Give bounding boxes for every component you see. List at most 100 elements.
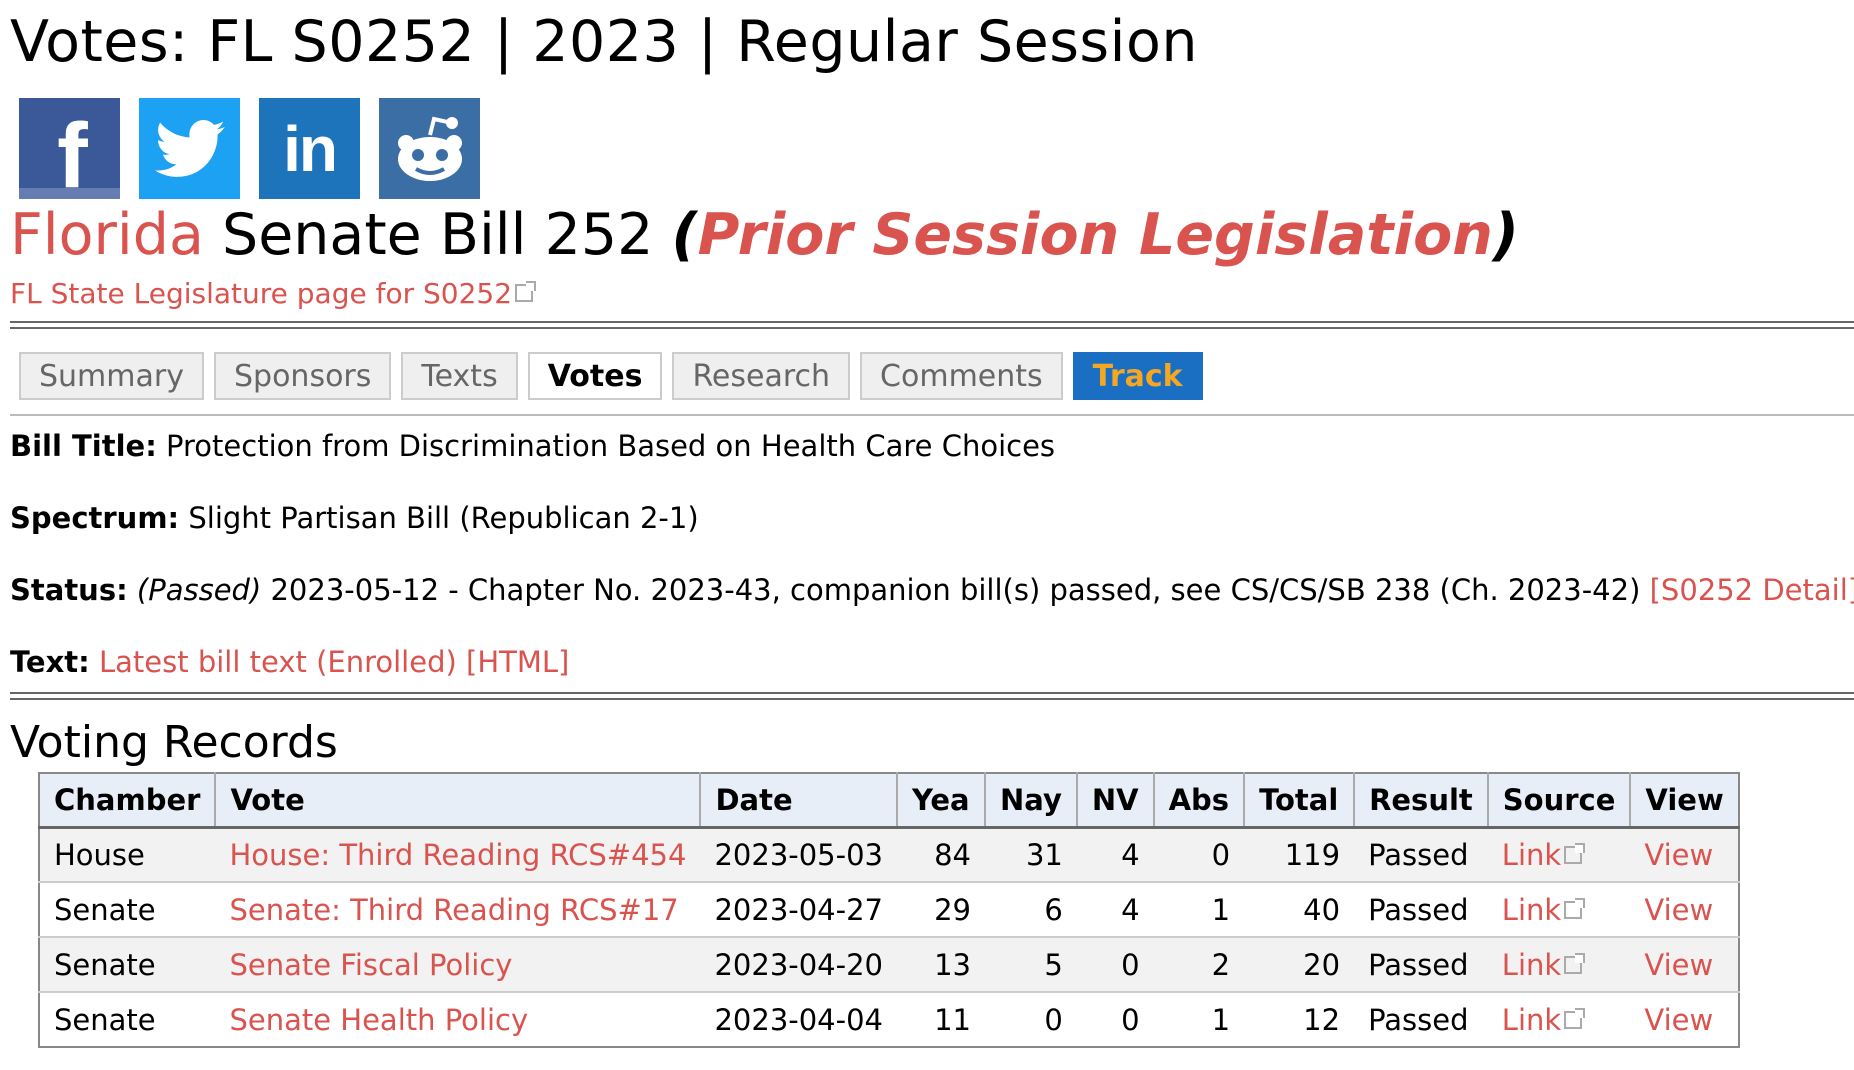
column-header: Source <box>1486 773 1631 829</box>
nay-cell: 0 <box>985 991 1077 1047</box>
open-paren: ( <box>671 202 698 268</box>
view-link[interactable]: View <box>1644 838 1713 872</box>
column-header: Result <box>1353 773 1488 829</box>
column-header: Abs <box>1152 773 1245 829</box>
spectrum-label: Spectrum: <box>10 501 180 535</box>
nv-cell: 0 <box>1076 991 1154 1047</box>
source-link[interactable]: Link <box>1502 1003 1561 1037</box>
column-header: Total <box>1243 773 1355 829</box>
tab-comments[interactable]: Comments <box>860 352 1063 400</box>
column-header: Date <box>699 773 898 829</box>
column-header: Nay <box>984 773 1077 829</box>
source-link[interactable]: Link <box>1502 838 1561 872</box>
column-header: Yea <box>896 773 986 829</box>
prior-session-label: Prior Session Legislation <box>697 202 1493 268</box>
view-link[interactable]: View <box>1644 1003 1713 1037</box>
tab-texts[interactable]: Texts <box>401 352 518 400</box>
voting-records-title: Voting Records <box>10 717 338 768</box>
vote-link[interactable]: Senate Health Policy <box>229 1003 528 1037</box>
divider <box>10 692 1854 694</box>
chamber-cell: Senate <box>39 881 216 937</box>
abs-cell: 1 <box>1153 991 1245 1047</box>
result-cell: Passed <box>1354 936 1488 992</box>
vote-link[interactable]: Senate Fiscal Policy <box>229 948 512 982</box>
voting-records-table: Chamber Vote Date Yea Nay NV Abs Total R… <box>38 772 1740 1048</box>
tab-research[interactable]: Research <box>672 352 851 400</box>
tab-votes[interactable]: Votes <box>527 352 663 400</box>
nay-cell: 31 <box>985 826 1077 882</box>
external-link-icon <box>1564 897 1586 919</box>
linkedin-icon[interactable]: in <box>259 98 360 199</box>
nv-cell: 4 <box>1076 826 1154 882</box>
bill-state: Florida <box>10 202 204 268</box>
tab-summary[interactable]: Summary <box>19 352 204 400</box>
close-paren: ) <box>1492 202 1519 268</box>
facebook-icon[interactable]: f <box>19 98 120 199</box>
abs-cell: 0 <box>1153 826 1245 882</box>
external-link-icon <box>515 281 537 302</box>
yea-cell: 84 <box>897 826 986 882</box>
tab-divider <box>10 414 1854 416</box>
date-cell: 2023-04-20 <box>700 936 898 992</box>
total-cell: 119 <box>1244 826 1355 882</box>
yea-cell: 11 <box>897 991 986 1047</box>
total-cell: 12 <box>1244 991 1355 1047</box>
text-row: Text: Latest bill text (Enrolled) [HTML] <box>10 645 569 679</box>
total-cell: 20 <box>1244 936 1355 992</box>
vote-link[interactable]: Senate: Third Reading RCS#17 <box>229 893 678 927</box>
social-share-bar: f in <box>19 98 480 199</box>
bill-title-row: Bill Title: Protection from Discriminati… <box>10 429 1055 463</box>
divider <box>10 321 1854 323</box>
yea-cell: 29 <box>897 881 986 937</box>
divider <box>10 327 1854 329</box>
status-detail-link[interactable]: [S0252 Detail] <box>1650 573 1854 607</box>
table-row: Senate Senate: Third Reading RCS#17 2023… <box>39 881 1739 937</box>
tab-track[interactable]: Track <box>1072 352 1203 400</box>
nv-cell: 4 <box>1076 881 1154 937</box>
bill-title-value: Protection from Discrimination Based on … <box>166 429 1056 463</box>
twitter-icon[interactable] <box>139 98 240 199</box>
table-row: House House: Third Reading RCS#454 2023-… <box>39 826 1739 882</box>
source-link[interactable]: Link <box>1502 893 1561 927</box>
date-cell: 2023-05-03 <box>700 826 898 882</box>
external-link-icon <box>1564 1007 1586 1029</box>
state-legislature-link-row: FL State Legislature page for S0252 <box>10 277 537 310</box>
total-cell: 40 <box>1244 881 1355 937</box>
status-passed: (Passed) <box>136 573 262 607</box>
external-link-icon <box>1564 952 1586 974</box>
abs-cell: 1 <box>1153 881 1245 937</box>
spectrum-row: Spectrum: Slight Partisan Bill (Republic… <box>10 501 699 535</box>
bill-text-link[interactable]: Latest bill text (Enrolled) [HTML] <box>99 645 569 679</box>
abs-cell: 2 <box>1153 936 1245 992</box>
vote-link[interactable]: House: Third Reading RCS#454 <box>229 838 686 872</box>
status-label: Status: <box>10 573 128 607</box>
status-row: Status: (Passed) 2023-05-12 - Chapter No… <box>10 573 1854 607</box>
nay-cell: 5 <box>985 936 1077 992</box>
date-cell: 2023-04-27 <box>700 881 898 937</box>
view-link[interactable]: View <box>1644 948 1713 982</box>
reddit-icon[interactable] <box>379 98 480 199</box>
table-header-row: Chamber Vote Date Yea Nay NV Abs Total R… <box>39 773 1739 829</box>
column-header: View <box>1629 773 1739 829</box>
chamber-cell: Senate <box>39 936 216 992</box>
source-link[interactable]: Link <box>1502 948 1561 982</box>
chamber-cell: House <box>39 826 216 882</box>
page-title: Votes: FL S0252 | 2023 | Regular Session <box>10 9 1198 75</box>
status-value: 2023-05-12 - Chapter No. 2023-43, compan… <box>270 573 1641 607</box>
bill-name: Senate Bill 252 <box>222 202 654 268</box>
chamber-cell: Senate <box>39 991 216 1047</box>
external-link-icon <box>1564 842 1586 864</box>
table-row: Senate Senate Fiscal Policy 2023-04-20 1… <box>39 936 1739 992</box>
result-cell: Passed <box>1354 881 1488 937</box>
nv-cell: 0 <box>1076 936 1154 992</box>
state-legislature-link[interactable]: FL State Legislature page for S0252 <box>10 277 512 310</box>
date-cell: 2023-04-04 <box>700 991 898 1047</box>
spectrum-value: Slight Partisan Bill (Republican 2-1) <box>188 501 699 535</box>
tab-sponsors[interactable]: Sponsors <box>213 352 392 400</box>
column-header: Chamber <box>39 773 216 829</box>
result-cell: Passed <box>1354 826 1488 882</box>
view-link[interactable]: View <box>1644 893 1713 927</box>
column-header: Vote <box>214 773 701 829</box>
result-cell: Passed <box>1354 991 1488 1047</box>
text-label: Text: <box>10 645 90 679</box>
